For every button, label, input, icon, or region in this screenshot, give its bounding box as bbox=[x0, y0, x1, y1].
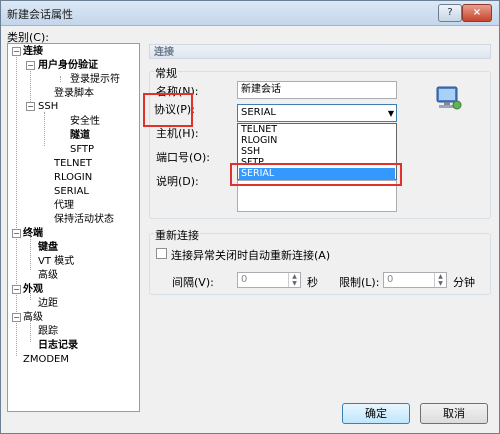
collapse-terminal-icon[interactable]: − bbox=[12, 229, 21, 238]
serial-option-highlight bbox=[230, 163, 402, 186]
minutes-unit: 分钟 bbox=[453, 276, 475, 289]
tree-item-login-prompt[interactable]: 登录提示符 bbox=[70, 74, 120, 86]
tree-item-login-script[interactable]: 登录脚本 bbox=[54, 88, 94, 100]
protocol-select[interactable]: SERIAL ▼ bbox=[237, 104, 397, 122]
network-computer-icon bbox=[436, 86, 462, 110]
host-label: 主机(H): bbox=[156, 127, 199, 140]
chevron-down-icon[interactable]: ▼ bbox=[388, 106, 394, 121]
interval-value: 0 bbox=[241, 274, 248, 285]
interval-label: 间隔(V): bbox=[172, 276, 214, 289]
tree-item-connection[interactable]: 连接 bbox=[23, 46, 43, 58]
port-label: 端口号(O): bbox=[156, 151, 210, 164]
tree-item-keepalive[interactable]: 保持活动状态 bbox=[54, 214, 114, 226]
tree-item-terminal[interactable]: 终端 bbox=[23, 228, 43, 240]
collapse-connection-icon[interactable]: − bbox=[12, 47, 21, 56]
limit-label: 限制(L): bbox=[339, 276, 380, 289]
limit-value: 0 bbox=[387, 274, 394, 285]
collapse-ssh-icon[interactable]: − bbox=[26, 102, 35, 111]
tree-item-vt-mode[interactable]: VT 模式 bbox=[38, 256, 74, 268]
spin-up-icon[interactable]: ▲ bbox=[288, 273, 300, 280]
collapse-appearance-icon[interactable]: − bbox=[12, 285, 21, 294]
tree-item-advanced[interactable]: 高级 bbox=[38, 270, 58, 282]
ok-button[interactable]: 确定 bbox=[342, 403, 410, 424]
reconnect-group-label: 重新连接 bbox=[154, 227, 200, 243]
tree-item-appearance[interactable]: 外观 bbox=[23, 284, 43, 296]
spin-down-icon[interactable]: ▼ bbox=[434, 280, 446, 287]
collapse-auth-icon[interactable]: − bbox=[26, 61, 35, 70]
tree-item-security[interactable]: 安全性 bbox=[70, 116, 100, 128]
tree-connector bbox=[30, 64, 31, 104]
collapse-advanced-icon[interactable]: − bbox=[12, 313, 21, 322]
limit-spinner[interactable]: 0 ▲ ▼ bbox=[383, 272, 447, 288]
general-group-label: 常规 bbox=[154, 65, 178, 81]
name-field[interactable]: 新建会话 bbox=[237, 81, 397, 99]
protocol-label-highlight bbox=[143, 93, 193, 127]
tree-item-telnet[interactable]: TELNET bbox=[54, 158, 92, 170]
cancel-button[interactable]: 取消 bbox=[420, 403, 488, 424]
tree-item-serial[interactable]: SERIAL bbox=[54, 186, 89, 198]
close-button[interactable]: × bbox=[462, 4, 492, 22]
tree-item-auth[interactable]: 用户身份验证 bbox=[38, 60, 98, 72]
help-button[interactable]: ? bbox=[438, 4, 462, 22]
category-tree[interactable]: − 连接 − 用户身份验证 登录提示符 登录脚本 − SSH 安全性 隧道 SF… bbox=[7, 43, 140, 412]
auto-reconnect-label: 连接异常关闭时自动重新连接(A) bbox=[171, 249, 331, 262]
tree-connector bbox=[60, 76, 61, 82]
tree-item-advanced2[interactable]: 高级 bbox=[23, 312, 43, 324]
tree-item-sftp[interactable]: SFTP bbox=[70, 144, 94, 156]
session-properties-dialog: 新建会话属性 ? × 类别(C): − 连接 − 用户身份验证 登录提示符 登录… bbox=[0, 0, 500, 434]
tree-item-tunnel[interactable]: 隧道 bbox=[70, 130, 90, 142]
section-title: 连接 bbox=[149, 44, 491, 59]
protocol-select-value: SERIAL bbox=[241, 107, 276, 118]
spin-down-icon[interactable]: ▼ bbox=[288, 280, 300, 287]
tree-item-rlogin[interactable]: RLOGIN bbox=[54, 172, 92, 184]
title-bar: 新建会话属性 ? × bbox=[1, 1, 499, 26]
interval-spinner[interactable]: 0 ▲ ▼ bbox=[237, 272, 301, 288]
tree-item-trace[interactable]: 跟踪 bbox=[38, 326, 58, 338]
spin-up-icon[interactable]: ▲ bbox=[434, 273, 446, 280]
tree-item-ssh[interactable]: SSH bbox=[38, 101, 58, 113]
tree-item-margins[interactable]: 边距 bbox=[38, 298, 58, 310]
tree-connector bbox=[44, 112, 45, 146]
tree-connector bbox=[16, 54, 17, 356]
tree-item-keyboard[interactable]: 键盘 bbox=[38, 242, 58, 254]
tree-item-zmodem[interactable]: ZMODEM bbox=[23, 354, 69, 366]
tree-item-proxy[interactable]: 代理 bbox=[54, 200, 74, 212]
seconds-unit: 秒 bbox=[307, 276, 318, 289]
tree-item-logging[interactable]: 日志记录 bbox=[38, 340, 78, 352]
description-label: 说明(D): bbox=[156, 175, 199, 188]
auto-reconnect-checkbox[interactable] bbox=[156, 248, 167, 259]
window-title: 新建会话属性 bbox=[7, 8, 73, 21]
